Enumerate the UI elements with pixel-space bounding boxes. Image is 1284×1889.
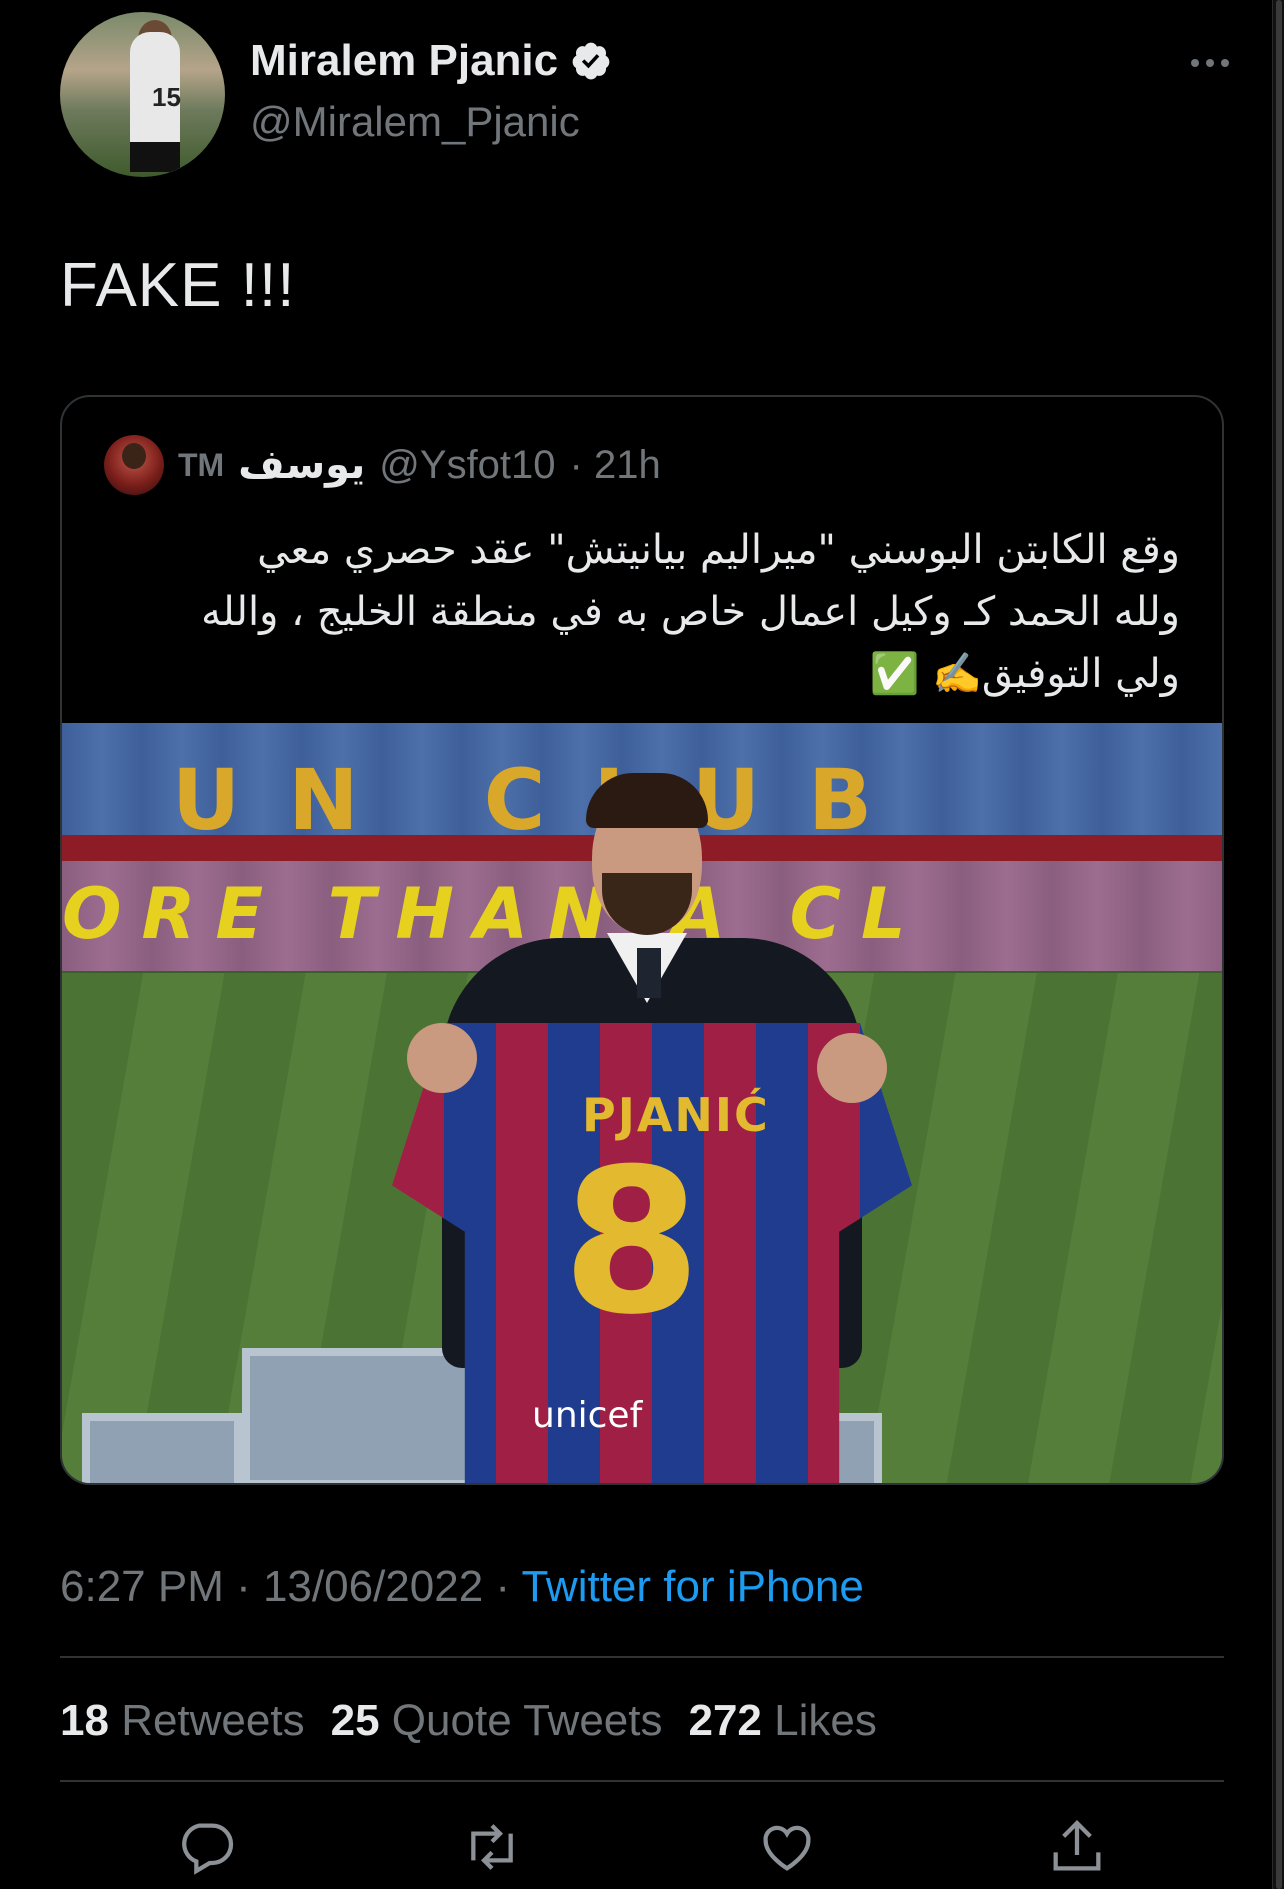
quoted-tweet-header: TM يوسف @Ysfot10 · 21h (104, 435, 661, 495)
photo-person-tie (637, 948, 661, 998)
quoted-tweet-time: · 21h (569, 442, 661, 487)
verified-icon (572, 42, 610, 80)
tweet-stats: 18 Retweets 25 Quote Tweets 272 Likes (60, 1696, 877, 1746)
likes-count: 272 (688, 1696, 762, 1745)
avatar-figure-shorts (130, 142, 180, 172)
more-icon[interactable] (1180, 48, 1240, 78)
retweets-stat[interactable]: 18 Retweets (60, 1696, 305, 1746)
scrollbar-thumb[interactable] (1276, 0, 1282, 1889)
quoted-tweet-line: ولله الحمد كـ وكيل اعمال خاص به في منطقة… (201, 589, 1180, 635)
photo-stand-middle-letters: ORE THAN A CL (62, 873, 926, 955)
quoted-author-name-suffix: TM (178, 446, 225, 483)
quoted-tweet-text: وقع الكابتن البوسني "ميراليم بيانيتش" عق… (100, 519, 1180, 705)
quote-tweets-stat[interactable]: 25 Quote Tweets (331, 1696, 663, 1746)
author-avatar[interactable]: 15 (60, 12, 225, 177)
photo-right-hand (817, 1033, 887, 1103)
quoted-author-name: يوسف (238, 443, 366, 487)
share-icon (1053, 1819, 1101, 1871)
photo-monitor (242, 1348, 482, 1483)
tweet-timestamp[interactable]: 6:27 PM · 13/06/2022 · (60, 1562, 521, 1611)
photo-jersey-number: 8 (562, 1126, 702, 1359)
author-handle[interactable]: @Miralem_Pjanic (250, 98, 580, 146)
tweet-metadata: 6:27 PM · 13/06/2022 · Twitter for iPhon… (60, 1562, 864, 1612)
scrollbar[interactable] (1272, 0, 1284, 1889)
reply-button[interactable] (175, 1815, 239, 1879)
photo-jersey-sponsor: unicef (532, 1395, 643, 1436)
tweet-header: 15 Miralem Pjanic @Miralem_Pjanic (60, 12, 1240, 177)
divider (60, 1656, 1224, 1658)
retweets-count: 18 (60, 1696, 109, 1745)
tweet-actions-bar (60, 1815, 1224, 1885)
quoted-tweet-card[interactable]: TM يوسف @Ysfot10 · 21h وقع الكابتن البوس… (60, 395, 1224, 1485)
likes-label: Likes (774, 1696, 877, 1745)
tweet-source-link[interactable]: Twitter for iPhone (521, 1562, 863, 1611)
avatar-jersey-number: 15 (152, 82, 181, 112)
like-button[interactable] (755, 1815, 819, 1879)
quoted-author-handle: @Ysfot10 (379, 442, 556, 487)
tweet-text: FAKE !!! (60, 251, 296, 320)
quoted-author-avatar (104, 435, 164, 495)
retweet-button[interactable] (460, 1815, 524, 1879)
reply-icon (182, 1823, 234, 1875)
photo-left-hand (407, 1023, 477, 1093)
quoted-tweet-line: وقع الكابتن البوسني "ميراليم بيانيتش" عق… (257, 527, 1180, 573)
quoted-tweet-line: ولي التوفيق✍️ ✅ (869, 651, 1180, 697)
author-name-row[interactable]: Miralem Pjanic (250, 36, 612, 86)
retweets-label: Retweets (121, 1696, 305, 1745)
quote-tweets-label: Quote Tweets (391, 1696, 663, 1745)
photo-monitor (82, 1413, 242, 1483)
like-icon (763, 1825, 811, 1871)
quoted-tweet-photo[interactable]: UN CLUB ORE THAN A CL PJANIĆ 8 unicef (62, 723, 1222, 1483)
author-display-name[interactable]: Miralem Pjanic (250, 36, 558, 86)
quote-tweets-count: 25 (330, 1696, 380, 1745)
divider (60, 1780, 1224, 1782)
retweet-icon (471, 1824, 513, 1870)
likes-stat[interactable]: 272 Likes (688, 1696, 876, 1746)
share-button[interactable] (1045, 1815, 1109, 1879)
